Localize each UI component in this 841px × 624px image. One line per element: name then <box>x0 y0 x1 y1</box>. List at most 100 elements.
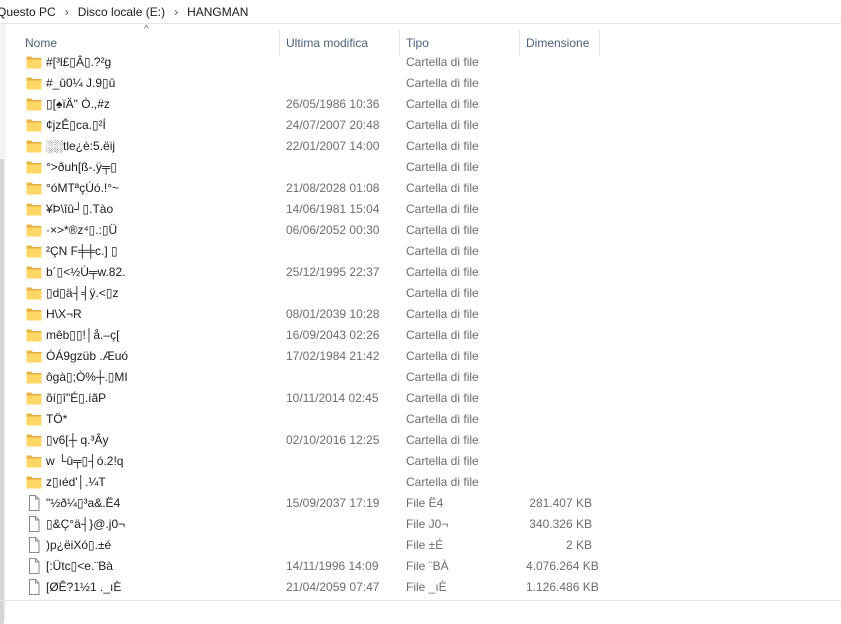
file-icon <box>26 537 42 553</box>
item-modified: 24/07/2007 20:48 <box>286 118 380 132</box>
navigation-pane-scrollbar[interactable] <box>0 24 6 624</box>
item-type: Cartella di file <box>406 202 479 216</box>
item-type: File ±É <box>406 538 444 552</box>
breadcrumb-this-pc[interactable]: Questo PC <box>0 5 56 19</box>
item-name: ░░tle¿è:5.ëij <box>46 139 116 153</box>
item-type: Cartella di file <box>406 160 479 174</box>
folder-icon <box>26 328 42 342</box>
item-type: Cartella di file <box>406 307 479 321</box>
item-name: )p¿ëiXó▯.±é <box>46 538 112 552</box>
item-modified: 17/02/1984 21:42 <box>286 349 380 363</box>
folder-row[interactable]: ôgà▯;Ò%┼.▯MI Cartella di file <box>20 367 620 388</box>
folder-row[interactable]: °óMTªçÚó.!°~ 21/08/2028 01:08 Cartella di … <box>20 178 620 199</box>
folder-row[interactable]: mêb▯▯!│å.–ç[16/09/2043 02:26 Cartella di … <box>20 325 620 346</box>
folder-row[interactable]: b´▯<½Ù╤w.82. 25/12/1995 22:37 Cartella di … <box>20 262 620 283</box>
item-name: H\X¬R <box>46 307 82 321</box>
item-type: Cartella di file <box>406 370 479 384</box>
folder-row[interactable]: ▯[♠ïÄ" Ò.,#z 26/05/1986 10:36 Cartella di … <box>20 94 620 115</box>
folder-icon <box>26 223 42 237</box>
item-name: ¥Þ\îû┘▯.Tào <box>46 202 114 216</box>
file-row[interactable]: "½ð¼▯³a&.Ë4 15/09/2037 17:19 File Ë4 281.40… <box>20 493 620 514</box>
item-name: "½ð¼▯³a&.Ë4 <box>46 496 121 510</box>
folder-icon <box>26 307 42 321</box>
item-modified: 26/05/1986 10:36 <box>286 97 380 111</box>
folder-icon <box>26 349 42 363</box>
folder-row[interactable]: #[³l£▯Â▯.?²g Cartella di file <box>20 52 620 73</box>
folder-icon <box>26 76 42 90</box>
item-type: Cartella di file <box>406 118 479 132</box>
column-header-name-label: Nome <box>25 36 58 50</box>
file-icon <box>26 579 42 595</box>
folder-icon <box>26 139 42 153</box>
folder-row[interactable]: õí▯î"É▯.íãP 10/11/2014 02:45 Cartella di f… <box>20 388 620 409</box>
item-type: File J0¬ <box>406 517 449 531</box>
file-row[interactable]: ▯&Ç°ä┤}@.j0¬ File J0¬ 340.326 KB <box>20 514 620 535</box>
file-row[interactable]: [ØÊ?1½1 ._ıÈ 21/04/2059 07:47 File _ıÈ 1.12… <box>20 577 620 598</box>
item-name: #[³l£▯Â▯.?²g <box>46 55 112 69</box>
file-list: #[³l£▯Â▯.?²g Cartella di file #_û0¼ J.9▯û C… <box>20 52 620 598</box>
breadcrumb-drive[interactable]: Disco locale (E:) <box>78 5 165 19</box>
item-type: File Ë4 <box>406 496 444 510</box>
item-modified: 10/11/2014 02:45 <box>286 391 379 405</box>
file-icon <box>26 558 42 574</box>
item-modified: 22/01/2007 14:00 <box>286 139 380 153</box>
folder-row[interactable]: TÖ* Cartella di file <box>20 409 620 430</box>
folder-icon <box>26 433 42 447</box>
item-type: File _ıÈ <box>406 580 447 594</box>
folder-row[interactable]: ▯d▯ä┤╡ÿ.<▯z Cartella di file <box>20 283 620 304</box>
folder-row[interactable]: ÓÁ9gzüb .Æuó 17/02/1984 21:42 Cartella di … <box>20 346 620 367</box>
item-modified: 15/09/2037 17:19 <box>286 496 380 510</box>
item-name: ·×>*®z⁴▯.:▯Ü <box>46 223 118 237</box>
folder-icon <box>26 391 42 405</box>
folder-icon <box>26 370 42 384</box>
item-name: mêb▯▯!│å.–ç[ <box>46 328 120 342</box>
breadcrumb-folder[interactable]: HANGMAN <box>187 5 248 19</box>
file-row[interactable]: )p¿ëiXó▯.±é File ±É 2 KB <box>20 535 620 556</box>
folder-row[interactable]: ²ÇN F╪╪c.] ▯ Cartella di file <box>20 241 620 262</box>
item-name: °óMTªçÚó.!°~ <box>46 181 120 195</box>
item-modified: 06/06/2052 00:30 <box>286 223 380 237</box>
item-name: ▯&Ç°ä┤}@.j0¬ <box>46 517 126 531</box>
folder-row[interactable]: #_û0¼ J.9▯û Cartella di file <box>20 73 620 94</box>
item-name: TÖ* <box>46 412 68 426</box>
file-row[interactable]: [:Ütc▯<e.¨Bà 14/11/1996 14:09 File ¨BÀ 4.07… <box>20 556 620 577</box>
folder-row[interactable]: H\X¬R 08/01/2039 10:28 Cartella di file <box>20 304 620 325</box>
folder-icon <box>26 160 42 174</box>
column-header-type-label: Tipo <box>406 36 429 50</box>
folder-icon <box>26 181 42 195</box>
folder-icon <box>26 55 42 69</box>
item-type: Cartella di file <box>406 97 479 111</box>
item-modified: 02/10/2016 12:25 <box>286 433 380 447</box>
item-modified: 14/11/1996 14:09 <box>286 559 379 573</box>
item-type: Cartella di file <box>406 265 479 279</box>
item-modified: 25/12/1995 22:37 <box>286 265 380 279</box>
item-size: 2 KB <box>565 538 592 552</box>
folder-icon <box>26 454 42 468</box>
item-name: õí▯î"É▯.íãP <box>46 391 107 405</box>
item-type: Cartella di file <box>406 76 479 90</box>
breadcrumb-chevron-icon[interactable]: › <box>65 5 69 19</box>
item-name: ÓÁ9gzüb .Æuó <box>46 349 129 363</box>
folder-row[interactable]: ▯v6[┼ q.³Ây 02/10/2016 12:25 Cartella di f… <box>20 430 620 451</box>
folder-row[interactable]: ¥Þ\îû┘▯.Tào 14/06/1981 15:04 Cartella di f… <box>20 199 620 220</box>
breadcrumb-chevron-icon[interactable]: › <box>174 5 178 19</box>
item-name: [ØÊ?1½1 ._ıÈ <box>46 580 122 594</box>
folder-icon <box>26 202 42 216</box>
item-name: b´▯<½Ù╤w.82. <box>46 265 126 279</box>
item-modified: 08/01/2039 10:28 <box>286 307 380 321</box>
file-icon <box>26 495 42 511</box>
folder-icon <box>26 265 42 279</box>
item-name: ¢jzÊ▯ca.▯²Í <box>46 118 106 132</box>
item-name: °>ðuh[ß-.ÿ╤▯ <box>46 160 117 174</box>
item-type: Cartella di file <box>406 349 479 363</box>
item-type: Cartella di file <box>406 244 479 258</box>
folder-row[interactable]: ░░tle¿è:5.ëij 22/01/2007 14:00 Cartella di… <box>20 136 620 157</box>
scrollbar-thumb[interactable] <box>0 159 4 624</box>
folder-row[interactable]: w └û╤▯┤ó.2!q Cartella di file <box>20 451 620 472</box>
folder-row[interactable]: z▯ıéd'│.¼T Cartella di file <box>20 472 620 493</box>
item-size: 1.126.486 KB <box>526 580 599 594</box>
folder-row[interactable]: ¢jzÊ▯ca.▯²Í 24/07/2007 20:48 Cartella di f… <box>20 115 620 136</box>
item-modified: 16/09/2043 02:26 <box>286 328 380 342</box>
folder-row[interactable]: ·×>*®z⁴▯.:▯Ü 06/06/2052 00:30 Cartella di … <box>20 220 620 241</box>
folder-row[interactable]: °>ðuh[ß-.ÿ╤▯ Cartella di file <box>20 157 620 178</box>
